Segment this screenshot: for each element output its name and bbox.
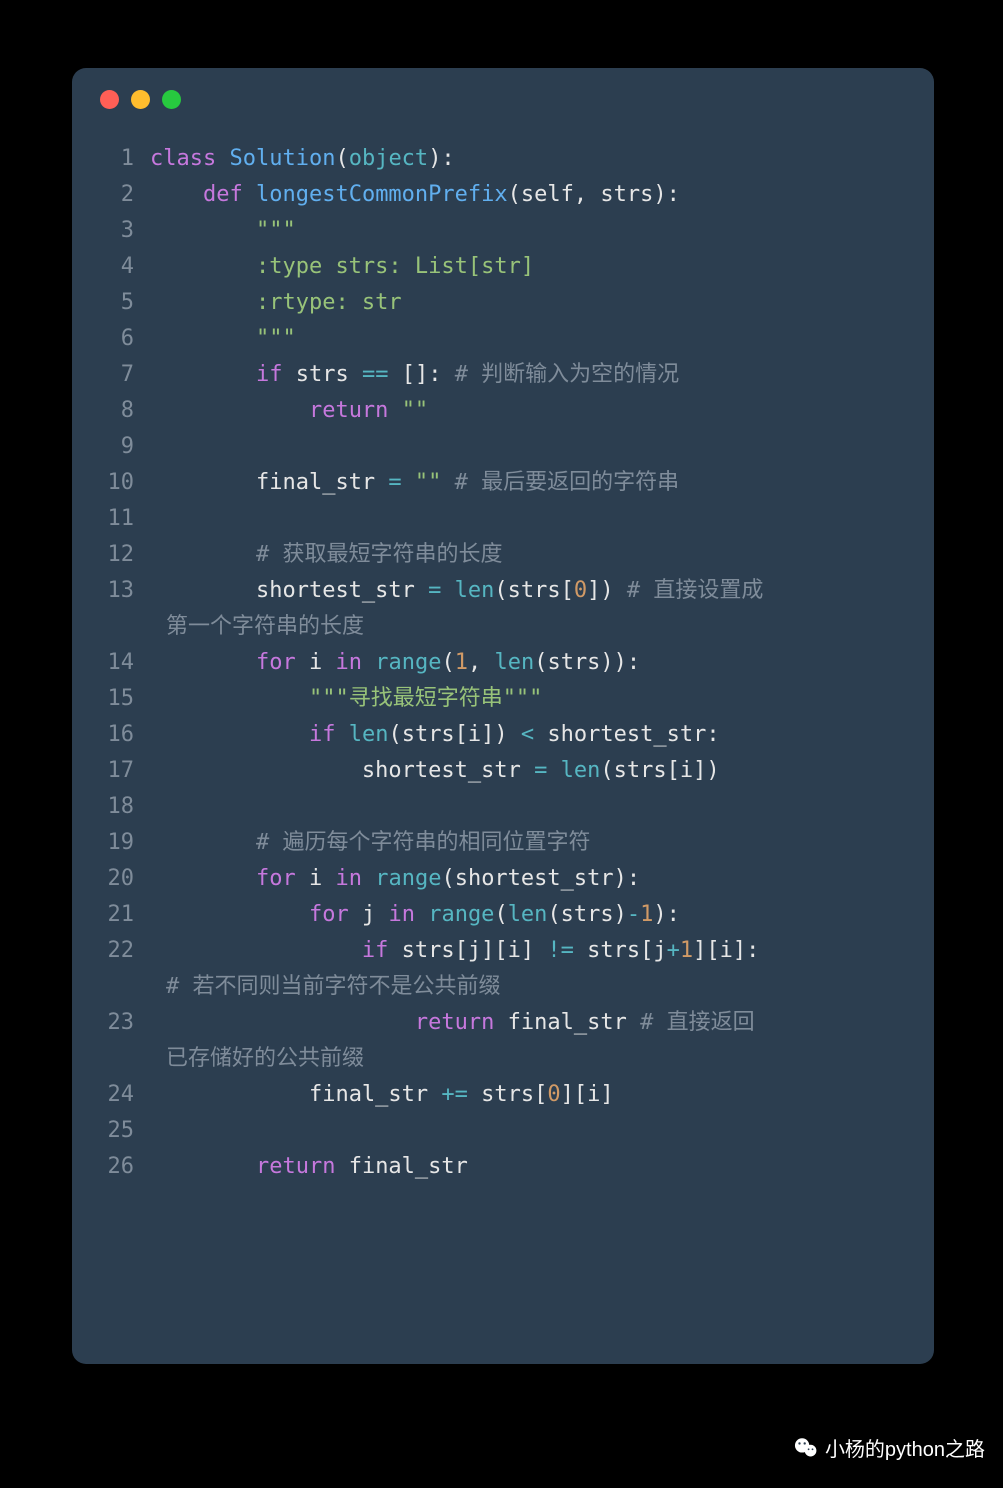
code-line: 7 if strs == []: # 判断输入为空的情况 bbox=[102, 357, 908, 393]
code-line: 19 # 遍历每个字符串的相同位置字符 bbox=[102, 825, 908, 861]
code-content: if strs[j][i] != strs[j+1][i]: bbox=[150, 933, 908, 969]
line-number: 26 bbox=[102, 1149, 150, 1185]
code-content: """寻找最短字符串""" bbox=[150, 681, 908, 717]
code-line: 23 return final_str # 直接返回 bbox=[102, 1005, 908, 1041]
line-number: 22 bbox=[102, 933, 150, 969]
line-number: 21 bbox=[102, 897, 150, 933]
code-content: for i in range(shortest_str): bbox=[150, 861, 908, 897]
line-number: 16 bbox=[102, 717, 150, 753]
line-number: 1 bbox=[102, 141, 150, 177]
code-line: 3 """ bbox=[102, 213, 908, 249]
code-content: # 遍历每个字符串的相同位置字符 bbox=[150, 825, 908, 861]
line-number: 12 bbox=[102, 537, 150, 573]
line-number: 4 bbox=[102, 249, 150, 285]
line-number: 5 bbox=[102, 285, 150, 321]
line-number: 20 bbox=[102, 861, 150, 897]
code-line: 16 if len(strs[i]) < shortest_str: bbox=[102, 717, 908, 753]
code-content: for j in range(len(strs)-1): bbox=[150, 897, 908, 933]
code-content: # 获取最短字符串的长度 bbox=[150, 537, 908, 573]
code-line: 17 shortest_str = len(strs[i]) bbox=[102, 753, 908, 789]
line-number: 11 bbox=[102, 501, 150, 537]
minimize-icon[interactable] bbox=[131, 90, 150, 109]
line-number: 9 bbox=[102, 429, 150, 465]
line-number: 25 bbox=[102, 1113, 150, 1149]
code-content: shortest_str = len(strs[0]) # 直接设置成 bbox=[150, 573, 908, 609]
line-number: 14 bbox=[102, 645, 150, 681]
code-line: 21 for j in range(len(strs)-1): bbox=[102, 897, 908, 933]
code-line: 12 # 获取最短字符串的长度 bbox=[102, 537, 908, 573]
code-content: :type strs: List[str] bbox=[150, 249, 908, 285]
code-content: :rtype: str bbox=[150, 285, 908, 321]
code-line: 8 return "" bbox=[102, 393, 908, 429]
code-line: 2 def longestCommonPrefix(self, strs): bbox=[102, 177, 908, 213]
code-content: for i in range(1, len(strs)): bbox=[150, 645, 908, 681]
code-content: final_str = "" # 最后要返回的字符串 bbox=[150, 465, 908, 501]
code-content: final_str += strs[0][i] bbox=[150, 1077, 908, 1113]
code-content: class Solution(object): bbox=[150, 141, 908, 177]
code-line: 22 if strs[j][i] != strs[j+1][i]: bbox=[102, 933, 908, 969]
line-number: 8 bbox=[102, 393, 150, 429]
code-line: 6 """ bbox=[102, 321, 908, 357]
line-number: 19 bbox=[102, 825, 150, 861]
code-line: 11 bbox=[102, 501, 908, 537]
code-line: 18 bbox=[102, 789, 908, 825]
line-number: 2 bbox=[102, 177, 150, 213]
code-line: 5 :rtype: str bbox=[102, 285, 908, 321]
line-number: 24 bbox=[102, 1077, 150, 1113]
watermark: 小杨的python之路 bbox=[793, 1433, 985, 1462]
watermark-text: 小杨的python之路 bbox=[825, 1433, 985, 1462]
code-line: 14 for i in range(1, len(strs)): bbox=[102, 645, 908, 681]
code-content: return final_str bbox=[150, 1149, 908, 1185]
zoom-icon[interactable] bbox=[162, 90, 181, 109]
close-icon[interactable] bbox=[100, 90, 119, 109]
code-content: """ bbox=[150, 213, 908, 249]
line-number: 10 bbox=[102, 465, 150, 501]
code-content: shortest_str = len(strs[i]) bbox=[150, 753, 908, 789]
code-area: 1class Solution(object):2 def longestCom… bbox=[72, 141, 934, 1185]
code-line: 10 final_str = "" # 最后要返回的字符串 bbox=[102, 465, 908, 501]
wechat-icon bbox=[793, 1435, 819, 1461]
code-line: 24 final_str += strs[0][i] bbox=[102, 1077, 908, 1113]
line-number: 13 bbox=[102, 573, 150, 609]
code-line: 15 """寻找最短字符串""" bbox=[102, 681, 908, 717]
line-number: 23 bbox=[102, 1005, 150, 1041]
line-number: 7 bbox=[102, 357, 150, 393]
traffic-lights bbox=[72, 90, 934, 109]
code-line: 4 :type strs: List[str] bbox=[102, 249, 908, 285]
code-line-wrap: # 若不同则当前字符不是公共前缀 bbox=[102, 969, 908, 1005]
line-number: 3 bbox=[102, 213, 150, 249]
line-number: 6 bbox=[102, 321, 150, 357]
code-content: """ bbox=[150, 321, 908, 357]
code-line: 20 for i in range(shortest_str): bbox=[102, 861, 908, 897]
code-content: if len(strs[i]) < shortest_str: bbox=[150, 717, 908, 753]
code-content: return final_str # 直接返回 bbox=[150, 1005, 908, 1041]
code-content: def longestCommonPrefix(self, strs): bbox=[150, 177, 908, 213]
code-content: return "" bbox=[150, 393, 908, 429]
code-line-wrap: 已存储好的公共前缀 bbox=[102, 1041, 908, 1077]
code-line: 9 bbox=[102, 429, 908, 465]
code-window: 1class Solution(object):2 def longestCom… bbox=[72, 68, 934, 1364]
code-line: 26 return final_str bbox=[102, 1149, 908, 1185]
code-line-wrap: 第一个字符串的长度 bbox=[102, 609, 908, 645]
code-line: 1class Solution(object): bbox=[102, 141, 908, 177]
code-line: 25 bbox=[102, 1113, 908, 1149]
code-content: if strs == []: # 判断输入为空的情况 bbox=[150, 357, 908, 393]
line-number: 15 bbox=[102, 681, 150, 717]
line-number: 18 bbox=[102, 789, 150, 825]
line-number: 17 bbox=[102, 753, 150, 789]
code-line: 13 shortest_str = len(strs[0]) # 直接设置成 bbox=[102, 573, 908, 609]
